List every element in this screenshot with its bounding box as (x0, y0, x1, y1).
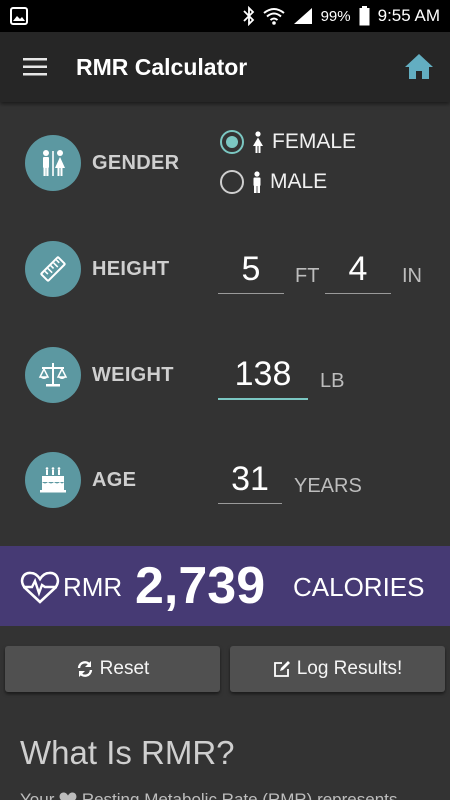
age-unit: YEARS (294, 475, 362, 497)
info-text-body: Resting Metabolic Rate (RMR) represents (81, 790, 398, 800)
refresh-icon (77, 661, 92, 677)
inches-unit: IN (402, 265, 422, 287)
height-label: HEIGHT (92, 258, 170, 280)
log-results-button[interactable]: Log Results! (230, 646, 445, 692)
rmr-result-bar: RMR 2,739 CALORIES (0, 546, 450, 626)
page-title: RMR Calculator (76, 54, 248, 80)
birthday-cake-icon (25, 452, 81, 508)
info-heading: What Is RMR? (20, 734, 235, 771)
signal-icon (293, 8, 312, 24)
app-bar: RMR Calculator (0, 32, 450, 102)
weight-input[interactable]: 138 (218, 355, 308, 400)
age-label: AGE (92, 469, 137, 491)
ruler-icon (25, 241, 81, 297)
edit-icon (273, 661, 290, 677)
male-radio[interactable] (220, 170, 244, 194)
male-icon (253, 171, 261, 193)
gender-icon (25, 135, 81, 191)
rmr-label: RMR (63, 572, 123, 602)
weight-label: WEIGHT (92, 364, 174, 386)
rmr-unit: CALORIES (293, 572, 425, 602)
info-text: Your Resting Metabolic Rate (RMR) repres… (20, 790, 397, 800)
info-text-prefix: Your (20, 790, 55, 800)
heartbeat-icon (20, 571, 60, 604)
gender-option-male[interactable]: MALE (220, 170, 327, 194)
female-label: FEMALE (272, 130, 357, 153)
log-results-button-label: Log Results! (296, 658, 403, 679)
bluetooth-icon (242, 6, 254, 26)
battery-icon (359, 6, 370, 26)
female-radio[interactable] (220, 130, 244, 154)
gender-label: GENDER (92, 152, 180, 174)
gallery-notification-icon (10, 7, 28, 25)
battery-percent: 99% (320, 7, 351, 25)
male-label: MALE (270, 170, 328, 193)
reset-button[interactable]: Reset (5, 646, 220, 692)
age-input[interactable]: 31 (218, 460, 282, 504)
home-icon[interactable] (404, 52, 434, 80)
height-inches-input[interactable]: 4 (325, 250, 391, 294)
scale-icon (25, 347, 81, 403)
weight-unit: LB (320, 370, 345, 392)
rmr-value: 2,739 (135, 557, 266, 615)
height-feet-input[interactable]: 5 (218, 250, 284, 294)
female-icon (253, 131, 263, 153)
wifi-icon (262, 8, 285, 25)
clock: 9:55 AM (377, 6, 440, 25)
gender-option-female[interactable]: FEMALE (220, 130, 356, 154)
heart-icon (59, 792, 77, 800)
reset-button-label: Reset (99, 658, 150, 679)
feet-unit: FT (295, 265, 320, 287)
status-bar: 99% 9:55 AM (0, 0, 450, 32)
menu-icon[interactable] (22, 56, 48, 78)
